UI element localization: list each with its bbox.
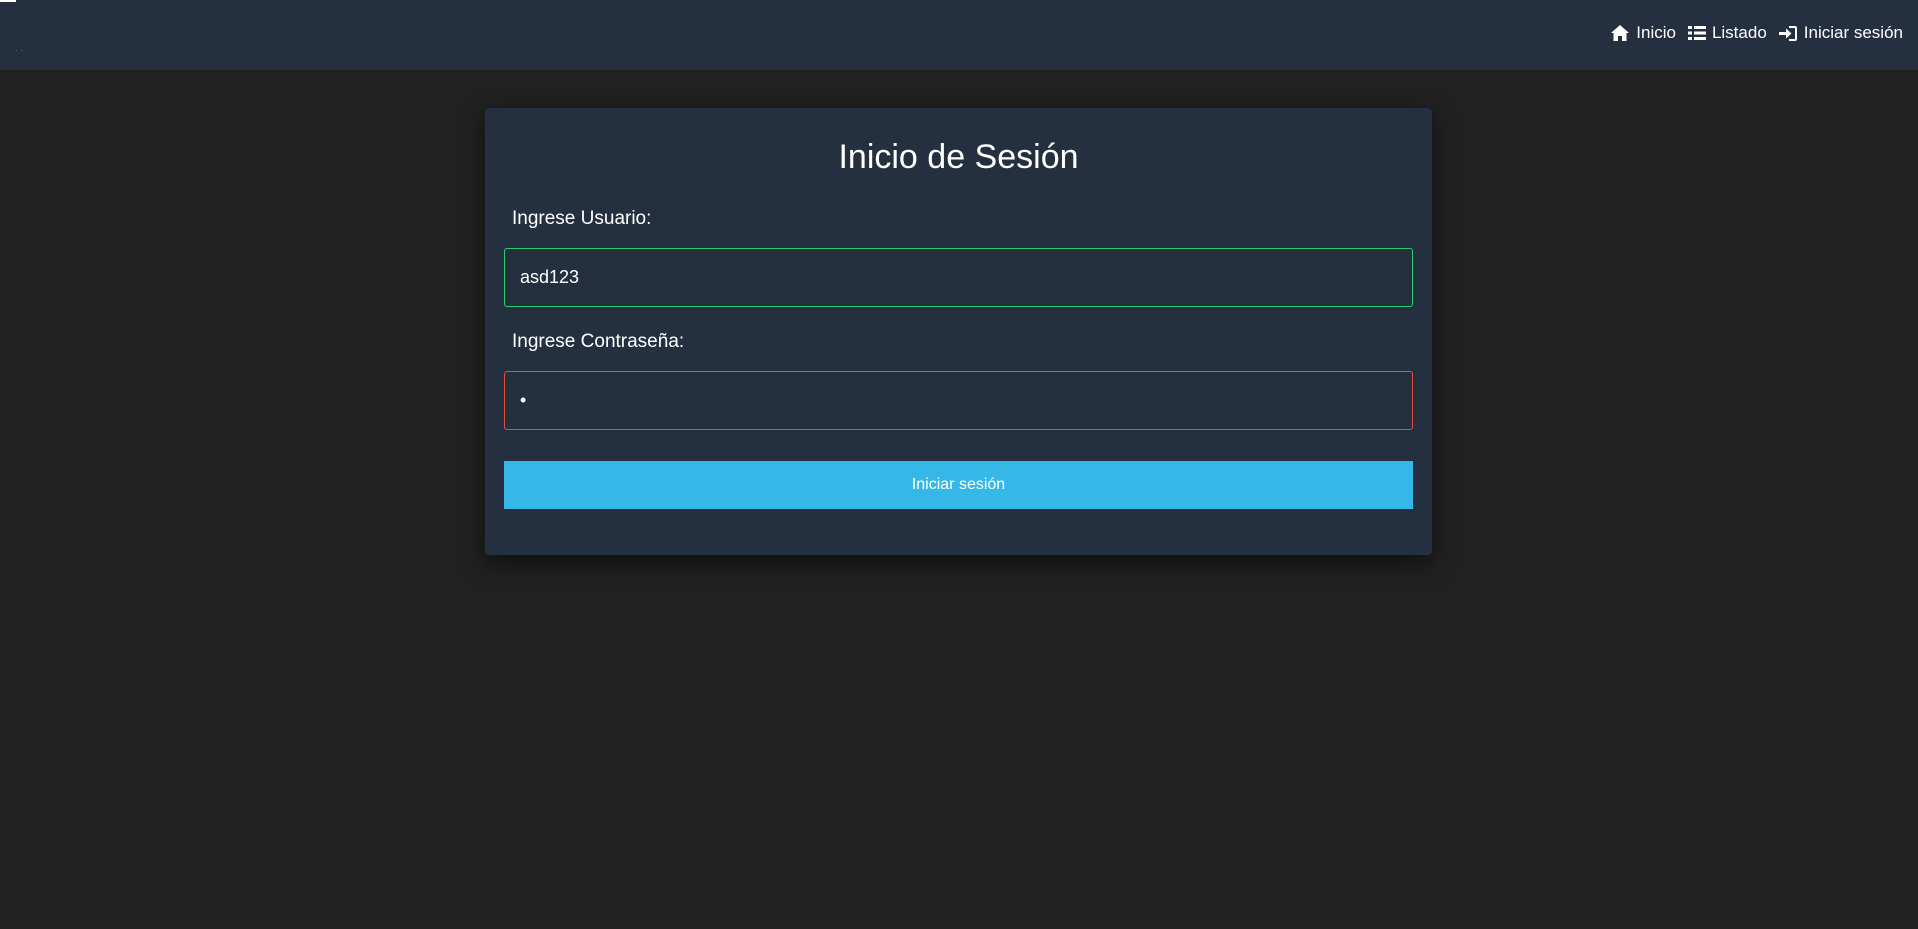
sign-in-icon: [1778, 25, 1798, 42]
login-card: Inicio de Sesión Ingrese Usuario: Ingres…: [485, 108, 1432, 555]
password-input[interactable]: [504, 371, 1413, 430]
nav-link-label: Iniciar sesión: [1803, 23, 1903, 42]
list-icon: [1687, 25, 1706, 41]
nav-link-label: Inicio: [1636, 23, 1676, 42]
user-label: Ingrese Usuario:: [512, 208, 652, 229]
username-input[interactable]: [504, 248, 1413, 307]
nav-link-listado[interactable]: Listado: [1687, 23, 1767, 43]
password-label: Ingrese Contraseña:: [512, 331, 685, 352]
nav-link-label: Listado: [1711, 23, 1767, 42]
nav-links: Inicio Listado Iniciar sesión: [1610, 0, 1903, 66]
nav-dots: ··: [15, 46, 27, 55]
home-icon: [1610, 24, 1630, 42]
nav-link-inicio[interactable]: Inicio: [1610, 23, 1676, 43]
corner-mark: [0, 0, 16, 2]
top-navbar: ·· Inicio Listado Iniciar sesión: [0, 0, 1918, 70]
nav-link-iniciar-sesion[interactable]: Iniciar sesión: [1778, 23, 1903, 43]
login-button[interactable]: Iniciar sesión: [504, 461, 1413, 509]
page-title: Inicio de Sesión: [838, 138, 1079, 176]
